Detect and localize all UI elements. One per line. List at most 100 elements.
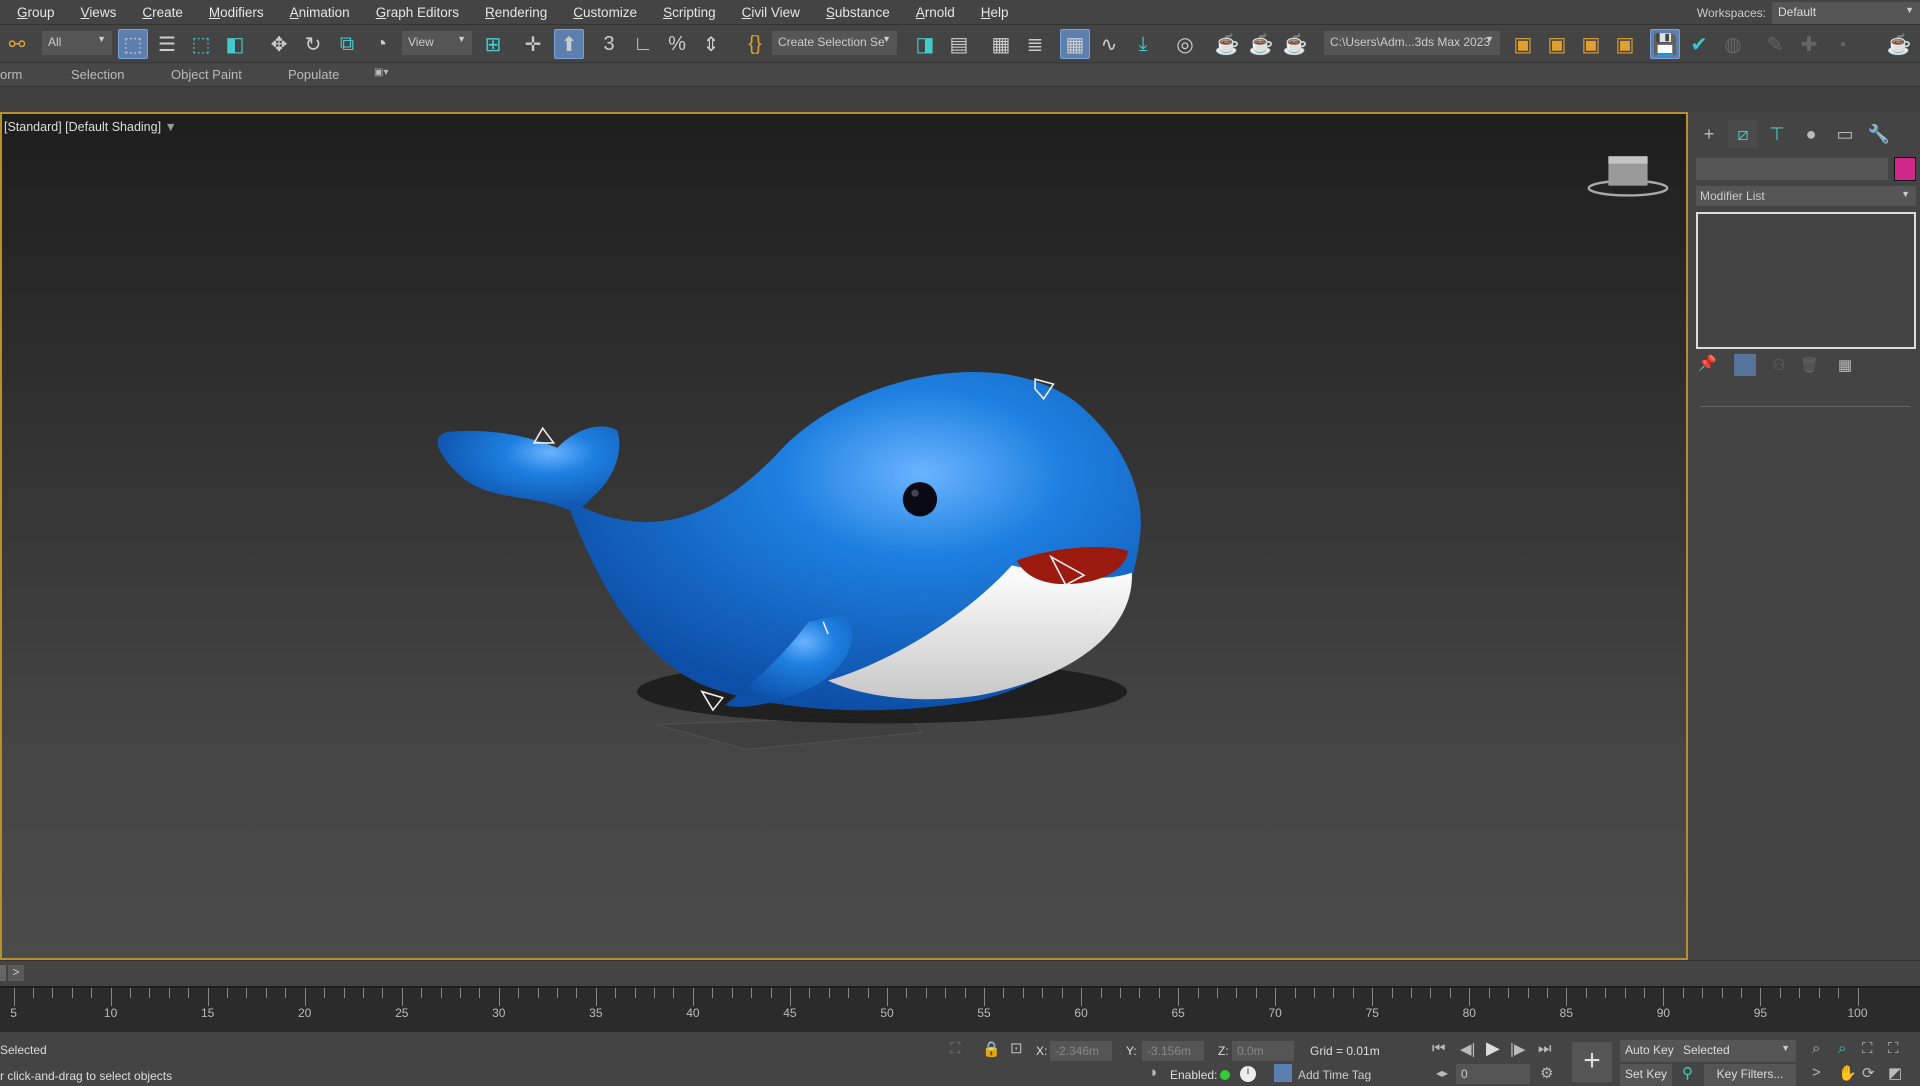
toggle-ribbon-icon[interactable]: ▦ bbox=[1060, 29, 1090, 59]
arnold-icon[interactable]: ◍ bbox=[1718, 29, 1748, 59]
reference-coordinate-dropdown[interactable]: View ▼ bbox=[402, 31, 472, 55]
show-end-result-toggle[interactable] bbox=[1734, 354, 1756, 376]
menu-substance[interactable]: Substance bbox=[813, 5, 903, 20]
current-frame-field[interactable]: 0 bbox=[1456, 1064, 1530, 1084]
object-name-field[interactable] bbox=[1696, 158, 1888, 180]
isolate-selection-icon[interactable]: ⛶ bbox=[950, 1040, 961, 1057]
key-tangent-icon[interactable]: ⚲ bbox=[1682, 1064, 1693, 1082]
orbit-icon[interactable]: ⟳ bbox=[1862, 1064, 1875, 1082]
field-of-view-icon[interactable]: > bbox=[1812, 1064, 1821, 1081]
time-tag-icon[interactable] bbox=[1274, 1064, 1292, 1082]
schematic-view-icon[interactable]: ⤓ bbox=[1128, 29, 1158, 59]
open-folder-icon[interactable]: ▣ bbox=[1542, 29, 1572, 59]
auto-key-button[interactable]: Auto Key bbox=[1620, 1040, 1679, 1062]
modifier-stack[interactable] bbox=[1696, 212, 1916, 349]
select-manipulate-icon[interactable]: ✛ bbox=[518, 29, 548, 59]
go-to-end-icon[interactable]: ⏭ bbox=[1538, 1040, 1552, 1057]
selection-filter-dropdown[interactable]: All ▼ bbox=[42, 31, 112, 55]
zoom-icon[interactable]: ⌕ bbox=[1812, 1040, 1820, 1057]
perspective-viewport[interactable]: [Standard] [Default Shading] ▼ bbox=[0, 112, 1688, 960]
remove-modifier-trash-icon[interactable]: 🗑 bbox=[1800, 356, 1819, 374]
project-structure-icon[interactable]: ▣ bbox=[1610, 29, 1640, 59]
previous-frame-icon[interactable]: ◀| bbox=[1460, 1040, 1475, 1058]
render-setup-icon[interactable]: ☕ bbox=[1212, 29, 1242, 59]
set-key-button[interactable]: Set Key bbox=[1620, 1064, 1673, 1086]
motion-tab-icon[interactable]: ● bbox=[1796, 120, 1826, 148]
x-coordinate-field[interactable]: -2.346m bbox=[1050, 1041, 1112, 1061]
maximize-viewport-icon[interactable]: ◩ bbox=[1888, 1064, 1902, 1082]
menu-civil-view[interactable]: Civil View bbox=[729, 5, 813, 20]
panel-divider[interactable] bbox=[1700, 406, 1910, 407]
absolute-mode-icon[interactable]: ⊡ bbox=[1010, 1039, 1023, 1057]
time-configuration-icon[interactable]: ⚙ bbox=[1540, 1064, 1553, 1082]
zoom-extents-icon[interactable]: ⛶ bbox=[1862, 1040, 1873, 1057]
scene-explorer-icon[interactable]: ▦ bbox=[986, 29, 1016, 59]
menu-rendering[interactable]: Rendering bbox=[472, 5, 560, 20]
modifier-list-dropdown[interactable]: Modifier List ▼ bbox=[1696, 186, 1916, 206]
play-icon[interactable]: ▶ bbox=[1486, 1038, 1500, 1059]
object-color-swatch[interactable] bbox=[1894, 157, 1916, 181]
teapot-icon[interactable]: ☕ bbox=[1884, 29, 1914, 59]
project-folder-icon[interactable]: ▣ bbox=[1508, 29, 1538, 59]
render-production-icon[interactable]: ☕ bbox=[1280, 29, 1310, 59]
whale-model[interactable] bbox=[0, 112, 1688, 960]
menu-customize[interactable]: Customize bbox=[560, 5, 650, 20]
display-tab-icon[interactable]: ▭ bbox=[1830, 120, 1860, 148]
menu-arnold[interactable]: Arnold bbox=[903, 5, 968, 20]
check-icon[interactable]: ✔ bbox=[1684, 29, 1714, 59]
zoom-extents-all-icon[interactable]: ⛶ bbox=[1888, 1040, 1899, 1057]
menu-help[interactable]: Help bbox=[968, 5, 1022, 20]
angle-snap-toggle[interactable]: ∟ bbox=[628, 29, 658, 59]
plus-tool-icon[interactable]: ✚ bbox=[1794, 29, 1824, 59]
rendered-frame-window-icon[interactable]: ☕ bbox=[1246, 29, 1276, 59]
percent-snap-toggle[interactable]: % bbox=[662, 29, 692, 59]
workspaces-dropdown[interactable]: Default ▼ bbox=[1772, 1, 1920, 24]
place-icon[interactable]: ◔ bbox=[366, 29, 396, 59]
keyboard-shortcut-toggle[interactable]: ⬆ bbox=[554, 29, 584, 59]
go-to-start-icon[interactable]: ⏮ bbox=[1432, 1040, 1446, 1057]
selection-lock-icon[interactable]: 🔒 bbox=[982, 1040, 1001, 1058]
time-config-arrows-icon[interactable]: ◂▸ bbox=[1436, 1066, 1448, 1080]
adaptive-degradation-icon[interactable]: ◑ bbox=[1148, 1064, 1157, 1081]
autosave-icon[interactable]: 💾 bbox=[1650, 29, 1680, 59]
set-key-large-button[interactable]: + bbox=[1572, 1042, 1612, 1082]
pivot-center-icon[interactable]: ⊞ bbox=[478, 29, 508, 59]
mirror-icon[interactable]: ◨ bbox=[910, 29, 940, 59]
configure-modifier-sets-icon[interactable]: ▦ bbox=[1838, 356, 1852, 374]
enabled-indicator[interactable] bbox=[1220, 1070, 1230, 1080]
snaps-toggle[interactable]: 3 bbox=[594, 29, 624, 59]
rotate-icon[interactable]: ↻ bbox=[298, 29, 328, 59]
layer-explorer-icon[interactable]: ≣ bbox=[1020, 29, 1050, 59]
pan-hand-icon[interactable]: ✋ bbox=[1838, 1064, 1857, 1082]
next-frame-icon[interactable]: |▶ bbox=[1510, 1040, 1525, 1058]
hierarchy-tab-icon[interactable]: ⊤ bbox=[1762, 120, 1792, 148]
key-mode-dropdown[interactable]: Selected ▼ bbox=[1678, 1040, 1796, 1062]
track-bar[interactable]: 5 10 15 20 25 30 35 40 45 50 55 60 65 70 75 80 85 90 95 100 bbox=[0, 986, 1920, 1032]
spinner-snap-toggle[interactable]: ⇕ bbox=[696, 29, 726, 59]
named-selection-dropdown[interactable]: Create Selection Se ▼ bbox=[772, 31, 897, 55]
window-crossing-button[interactable]: ◧ bbox=[220, 29, 250, 59]
pin-stack-icon[interactable]: 📌 bbox=[1698, 354, 1717, 372]
dot-icon[interactable]: ● bbox=[1828, 29, 1858, 59]
physics-icon[interactable]: ✎ bbox=[1760, 29, 1790, 59]
select-object-button[interactable]: ⬚ bbox=[118, 29, 148, 59]
ribbon-options-icon[interactable]: ▣▾ bbox=[374, 67, 388, 78]
scale-icon[interactable]: ⧉ bbox=[332, 29, 362, 59]
menu-create[interactable]: Create bbox=[129, 5, 196, 20]
menu-graph-editors[interactable]: Graph Editors bbox=[363, 5, 472, 20]
tab-populate[interactable]: Populate bbox=[288, 67, 339, 82]
link-bind-icon[interactable]: ⚯ bbox=[2, 29, 32, 59]
tab-freeform[interactable]: orm bbox=[0, 67, 22, 82]
y-coordinate-field[interactable]: -3.156m bbox=[1142, 1041, 1204, 1061]
tab-object-paint[interactable]: Object Paint bbox=[171, 67, 242, 82]
menu-group[interactable]: Group bbox=[4, 5, 68, 20]
move-icon[interactable]: ✥ bbox=[264, 29, 294, 59]
modify-tab-icon[interactable]: ⧄ bbox=[1728, 120, 1758, 148]
tab-selection[interactable]: Selection bbox=[71, 67, 124, 82]
menu-views[interactable]: Views bbox=[68, 5, 130, 20]
menu-animation[interactable]: Animation bbox=[277, 5, 363, 20]
utilities-wrench-icon[interactable]: 🔧 bbox=[1864, 120, 1894, 148]
create-tab-plus-icon[interactable]: + bbox=[1694, 120, 1724, 148]
menu-scripting[interactable]: Scripting bbox=[650, 5, 729, 20]
time-slider-handle[interactable] bbox=[0, 965, 6, 981]
